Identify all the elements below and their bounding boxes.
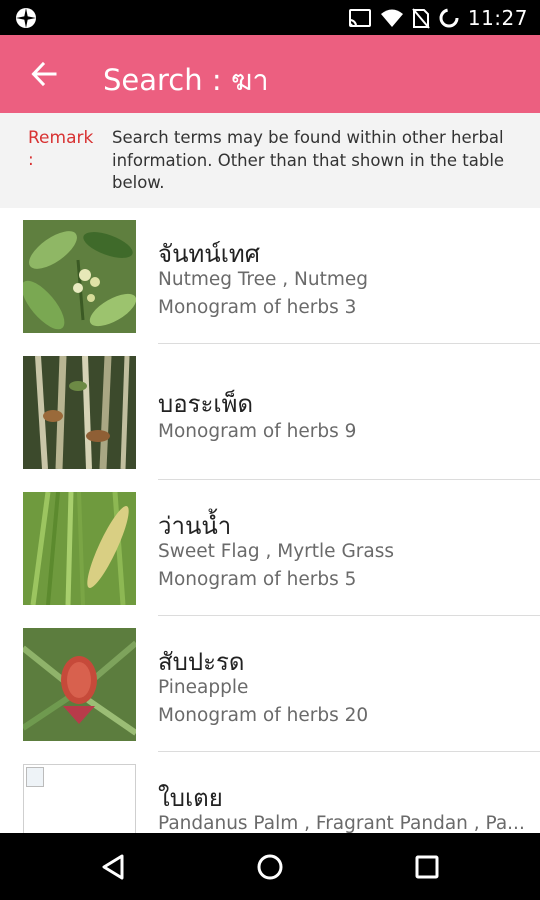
- item-text: ว่านน้ำ Sweet Flag , Myrtle Grass Monogr…: [158, 480, 540, 616]
- thai-name: จันทน์เทศ: [158, 240, 260, 268]
- sweet-flag-photo: [23, 492, 136, 605]
- thai-name: สับปะรด: [158, 648, 245, 676]
- arrow-left-icon: [31, 61, 57, 87]
- app-notification-icon: [14, 6, 38, 30]
- monogram-label: Monogram of herbs 5: [158, 569, 357, 590]
- item-text: บอระเพ็ด Monogram of herbs 9: [158, 344, 540, 480]
- item-text: จันทน์เทศ Nutmeg Tree , Nutmeg Monogram …: [158, 208, 540, 344]
- list-item[interactable]: ว่านน้ำ Sweet Flag , Myrtle Grass Monogr…: [0, 480, 540, 616]
- nav-recents-square-icon: [415, 855, 439, 879]
- monogram-label: Monogram of herbs 3: [158, 297, 357, 318]
- borapet-photo: [23, 356, 136, 469]
- no-sim-icon: [412, 7, 430, 29]
- english-name: Sweet Flag , Myrtle Grass: [158, 541, 395, 562]
- battery-charging-icon: [438, 7, 460, 29]
- english-name: Pineapple: [158, 677, 249, 698]
- nav-back-triangle-icon: [102, 854, 124, 880]
- remark-panel: Remark : Search terms may be found withi…: [0, 113, 540, 208]
- nav-back-button[interactable]: [83, 845, 143, 889]
- nav-home-circle-icon: [257, 854, 283, 880]
- thai-name: บอระเพ็ด: [158, 390, 254, 418]
- nav-home-button[interactable]: [240, 845, 300, 889]
- thai-name: ว่านน้ำ: [158, 512, 232, 540]
- monogram-label: Monogram of herbs 9: [158, 421, 357, 442]
- clock: 11:27: [467, 5, 528, 30]
- cast-icon: [348, 8, 372, 28]
- app-bar: Search : ฆา: [0, 35, 540, 113]
- remark-text: Search terms may be found within other h…: [112, 128, 505, 192]
- list-item[interactable]: บอระเพ็ด Monogram of herbs 9: [0, 344, 540, 480]
- results-list[interactable]: จันทน์เทศ Nutmeg Tree , Nutmeg Monogram …: [0, 208, 540, 833]
- english-name: Nutmeg Tree , Nutmeg: [158, 269, 368, 290]
- page-title: Search : ฆา: [103, 63, 269, 97]
- item-text: สับปะรด Pineapple Monogram of herbs 20: [158, 616, 540, 752]
- list-item[interactable]: สับปะรด Pineapple Monogram of herbs 20: [0, 616, 540, 752]
- item-text: ใบเตย Pandanus Palm , Fragrant Pandan , …: [158, 752, 540, 833]
- wifi-icon: [380, 8, 404, 28]
- nav-recents-button[interactable]: [397, 845, 457, 889]
- back-button[interactable]: [20, 52, 68, 96]
- list-item[interactable]: ใบเตย Pandanus Palm , Fragrant Pandan , …: [0, 752, 540, 833]
- nutmeg-photo: [23, 220, 136, 333]
- thai-name: ใบเตย: [158, 784, 223, 812]
- broken-image-icon: [23, 764, 136, 833]
- list-item[interactable]: จันทน์เทศ Nutmeg Tree , Nutmeg Monogram …: [0, 208, 540, 344]
- remark-label: Remark :: [28, 128, 94, 170]
- broken-image-glyph: [26, 767, 44, 787]
- pineapple-photo: [23, 628, 136, 741]
- english-name: Pandanus Palm , Fragrant Pandan , Pa...: [158, 813, 525, 833]
- navigation-bar: [0, 833, 540, 900]
- status-icons: 11:27: [348, 0, 528, 35]
- monogram-label: Monogram of herbs 20: [158, 705, 369, 726]
- status-bar: 11:27: [0, 0, 540, 35]
